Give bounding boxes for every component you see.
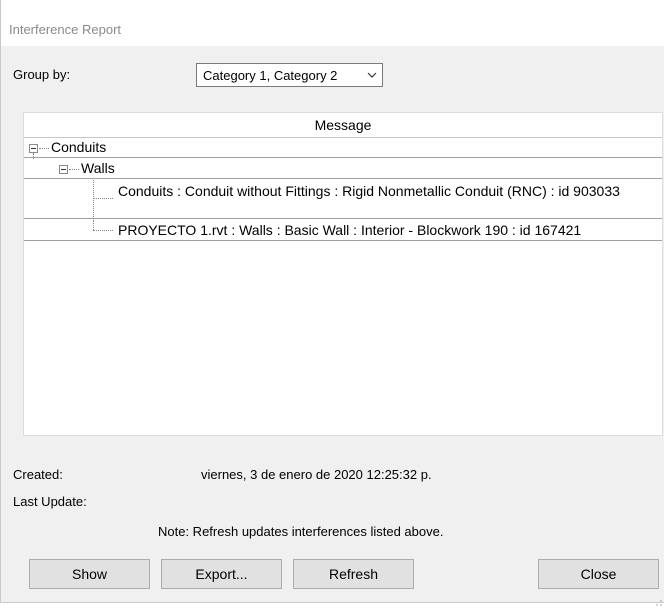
tree-connector: [33, 153, 34, 159]
tree-leaf[interactable]: Conduits : Conduit without Fittings : Ri…: [24, 180, 662, 219]
created-label: Created:: [13, 467, 63, 482]
tree-connector: [39, 148, 49, 149]
refresh-note: Note: Refresh updates interferences list…: [158, 524, 444, 539]
subgroup-label: Walls: [81, 160, 115, 176]
tree-leaf[interactable]: PROYECTO 1.rvt : Walls : Basic Wall : In…: [24, 220, 662, 241]
group-by-select[interactable]: Category 1, Category 2: [196, 63, 383, 87]
collapse-icon[interactable]: [59, 165, 68, 174]
tree-connector: [93, 198, 113, 199]
created-value: viernes, 3 de enero de 2020 12:25:32 p.: [201, 467, 432, 482]
interference-report-dialog: Interference Report Group by: Category 1…: [0, 0, 665, 606]
interference-item-text: Conduits : Conduit without Fittings : Ri…: [118, 183, 620, 199]
show-button[interactable]: Show: [29, 559, 150, 589]
window-title: Interference Report: [9, 22, 122, 37]
tree-connector: [93, 220, 94, 230]
chevron-down-icon: [366, 68, 378, 82]
last-update-label: Last Update:: [13, 494, 87, 509]
title-bar[interactable]: Interference Report: [1, 0, 665, 46]
collapse-icon[interactable]: [29, 144, 38, 153]
message-column-header[interactable]: Message: [24, 113, 662, 138]
interference-item-text: PROYECTO 1.rvt : Walls : Basic Wall : In…: [118, 222, 582, 238]
export-button[interactable]: Export...: [161, 559, 282, 589]
tree-node-conduits[interactable]: Conduits: [24, 138, 662, 158]
close-button[interactable]: Close: [538, 559, 659, 589]
group-by-value: Category 1, Category 2: [203, 68, 338, 83]
tree-node-walls[interactable]: Walls: [24, 153, 662, 179]
message-header-label: Message: [314, 117, 372, 133]
tree-connector: [93, 180, 94, 219]
tree-connector: [93, 230, 113, 231]
resize-grip-icon[interactable]: [656, 594, 662, 606]
group-label: Conduits: [51, 139, 107, 155]
refresh-button[interactable]: Refresh: [293, 559, 414, 589]
group-by-label: Group by:: [13, 67, 71, 82]
message-grid[interactable]: Message Conduits Walls Conduits : Condui…: [23, 112, 663, 436]
tree-connector: [69, 169, 79, 170]
